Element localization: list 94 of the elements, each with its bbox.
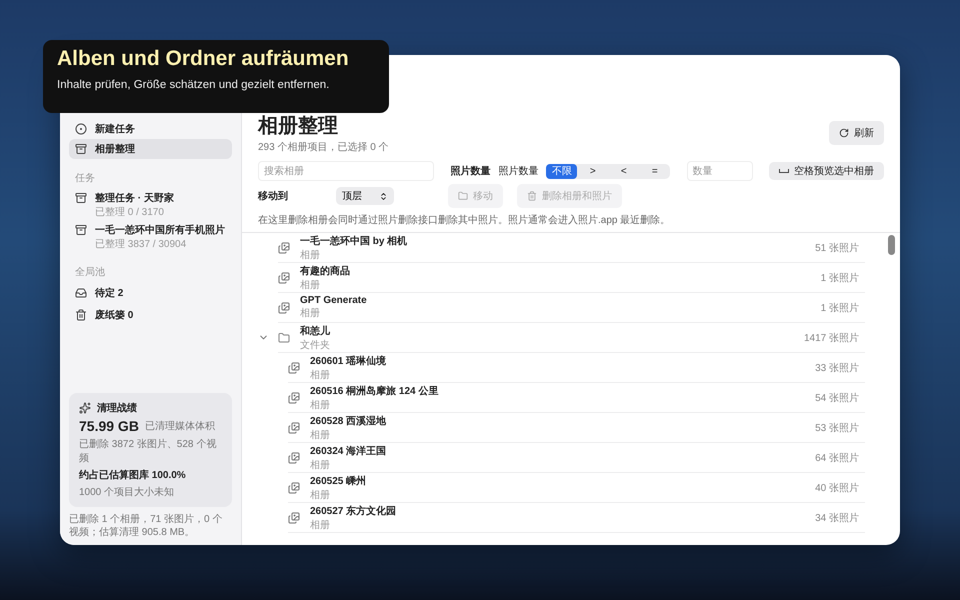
segment-label: 照片数量: [498, 164, 538, 178]
trash-icon: [75, 309, 87, 321]
photo-count: 1 张照片: [820, 302, 860, 314]
photo-count: 64 张照片: [815, 452, 860, 464]
album-name: 和恙儿: [300, 324, 330, 338]
target-select[interactable]: 顶层: [336, 187, 394, 205]
size-caption: 已清理媒体体积: [144, 420, 215, 433]
target-icon: [75, 123, 87, 135]
album-type: 相册: [310, 398, 331, 412]
album-name: 260527 东方文化园: [310, 504, 396, 518]
photos-icon: [288, 482, 300, 494]
banner-title: Alben und Ordner aufräumen: [57, 47, 350, 71]
filter-label: 照片数量: [450, 164, 490, 178]
search-field[interactable]: 搜索相册: [258, 161, 434, 181]
scrollbar-thumb[interactable]: [888, 235, 895, 255]
photo-count: 1417 张照片: [804, 332, 860, 344]
segment-tab[interactable]: 不限: [546, 164, 578, 178]
segment-tab[interactable]: >: [577, 164, 608, 178]
photos-icon: [288, 392, 300, 404]
photos-icon: [278, 272, 290, 284]
album-row[interactable]: 260527 东方文化园 相册 34 张照片: [288, 503, 865, 533]
album-row[interactable]: 260528 西溪湿地 相册 53 张照片: [288, 413, 865, 443]
album-name: 260525 嵊州: [310, 474, 366, 488]
album-row[interactable]: 260525 嵊州 相册 40 张照片: [288, 473, 865, 503]
album-type: 相册: [310, 518, 331, 532]
album-type: 相册: [310, 488, 331, 502]
album-row[interactable]: 260601 瑶琳仙境 相册 33 张照片: [288, 353, 865, 383]
album-name: 有趣的商品: [300, 264, 350, 278]
move-label: 移动到: [258, 190, 289, 203]
photo-count: 54 张照片: [815, 392, 860, 404]
photos-icon: [288, 512, 300, 524]
album-row[interactable]: 一毛一恙环中国 by 相机 相册 51 张照片: [278, 233, 865, 263]
section-heading: 全局池: [75, 266, 106, 279]
photo-count: 53 张照片: [815, 422, 860, 434]
album-summary: 293 个相册项目，已选择 0 个: [258, 140, 389, 154]
banner-subtitle: Inhalte prüfen, Größe schätzen und gezielt entfernen.: [57, 79, 330, 91]
stats-title: 清理战绩: [97, 402, 137, 415]
album-name: 260516 桐洲岛摩旅 124 公里: [310, 384, 438, 398]
photos-icon: [278, 302, 290, 314]
cleaned-size: 75.99 GB: [79, 418, 139, 434]
album-type: 相册: [310, 458, 331, 472]
album-type: 相册: [310, 428, 331, 442]
refresh-button[interactable]: 刷新: [829, 121, 884, 145]
deleted-summary: 已删除 3872 张图片、528 个视频: [79, 438, 218, 465]
cleanup-summary: 已删除 1 个相册，71 张图片，0 个视频；估算清理 905.8 MB。: [69, 513, 224, 539]
photos-icon: [288, 362, 300, 374]
unknown-size-note: 1000 个项目大小未知: [79, 486, 176, 499]
section-heading: 任务: [75, 172, 96, 185]
album-type: 相册: [300, 248, 321, 262]
page-title: 相册整理: [258, 115, 339, 137]
sidebar-item[interactable]: 废纸篓 0: [69, 305, 232, 325]
photo-count: 33 张照片: [815, 362, 860, 374]
preview-button[interactable]: 空格预览选中相册: [768, 162, 884, 180]
library-share: 约占已估算图库 100.0%: [79, 468, 187, 482]
segment-tab[interactable]: =: [639, 164, 670, 178]
sparkle-icon: [79, 402, 91, 414]
sidebar-item[interactable]: 待定 2: [69, 283, 232, 303]
photos-icon: [278, 242, 290, 254]
photos-icon: [288, 452, 300, 464]
inbox-icon: [75, 287, 87, 299]
album-name: 260324 海洋王国: [310, 444, 386, 458]
sorted-count: 已整理 3837 / 30904: [95, 238, 188, 251]
album-row[interactable]: 260516 桐洲岛摩旅 124 公里 相册 54 张照片: [288, 383, 865, 413]
task-title[interactable]: 一毛一恙环中国所有手机照片: [95, 223, 225, 237]
sidebar-item[interactable]: 相册整理: [69, 139, 232, 159]
folder-icon: [458, 191, 468, 201]
count-field[interactable]: 数量: [686, 161, 753, 181]
photo-count: 40 张照片: [815, 482, 860, 494]
album-name: 一毛一恙环中国 by 相机: [300, 234, 408, 248]
delete-note: 在这里删除相册会同时通过照片删除接口删除其中照片。照片通常会进入照片.app 最近删除。: [258, 214, 672, 227]
space-bar-icon: [778, 169, 789, 173]
photos-icon: [288, 422, 300, 434]
task-title[interactable]: 整理任务 · 天野家: [95, 191, 174, 205]
album-type: 文件夹: [300, 338, 330, 352]
album-type: 相册: [300, 306, 321, 320]
segment-tab[interactable]: <: [608, 164, 640, 178]
sidebar-item[interactable]: 新建任务: [69, 119, 232, 139]
chevron-up-down-icon: [379, 192, 388, 200]
album-row[interactable]: 有趣的商品 相册 1 张照片: [278, 263, 865, 293]
trash-icon: [527, 191, 537, 201]
photo-count: 1 张照片: [820, 272, 860, 284]
album-name: 260601 瑶琳仙境: [310, 354, 386, 368]
photo-count: 51 张照片: [815, 242, 860, 254]
album-name: GPT Generate: [300, 295, 367, 306]
refresh-icon: [839, 128, 849, 138]
sorted-count: 已整理 0 / 3170: [95, 206, 165, 219]
album-type: 相册: [300, 278, 321, 292]
album-type: 相册: [310, 368, 331, 382]
album-row[interactable]: 260324 海洋王国 相册 64 张照片: [288, 443, 865, 473]
album-row[interactable]: GPT Generate 相册 1 张照片: [278, 293, 865, 323]
album-name: 260528 西溪湿地: [310, 414, 386, 428]
photo-count: 34 张照片: [815, 512, 860, 524]
album-row[interactable]: 和恙儿 文件夹 1417 张照片: [278, 323, 865, 353]
folder-icon: [278, 332, 290, 344]
